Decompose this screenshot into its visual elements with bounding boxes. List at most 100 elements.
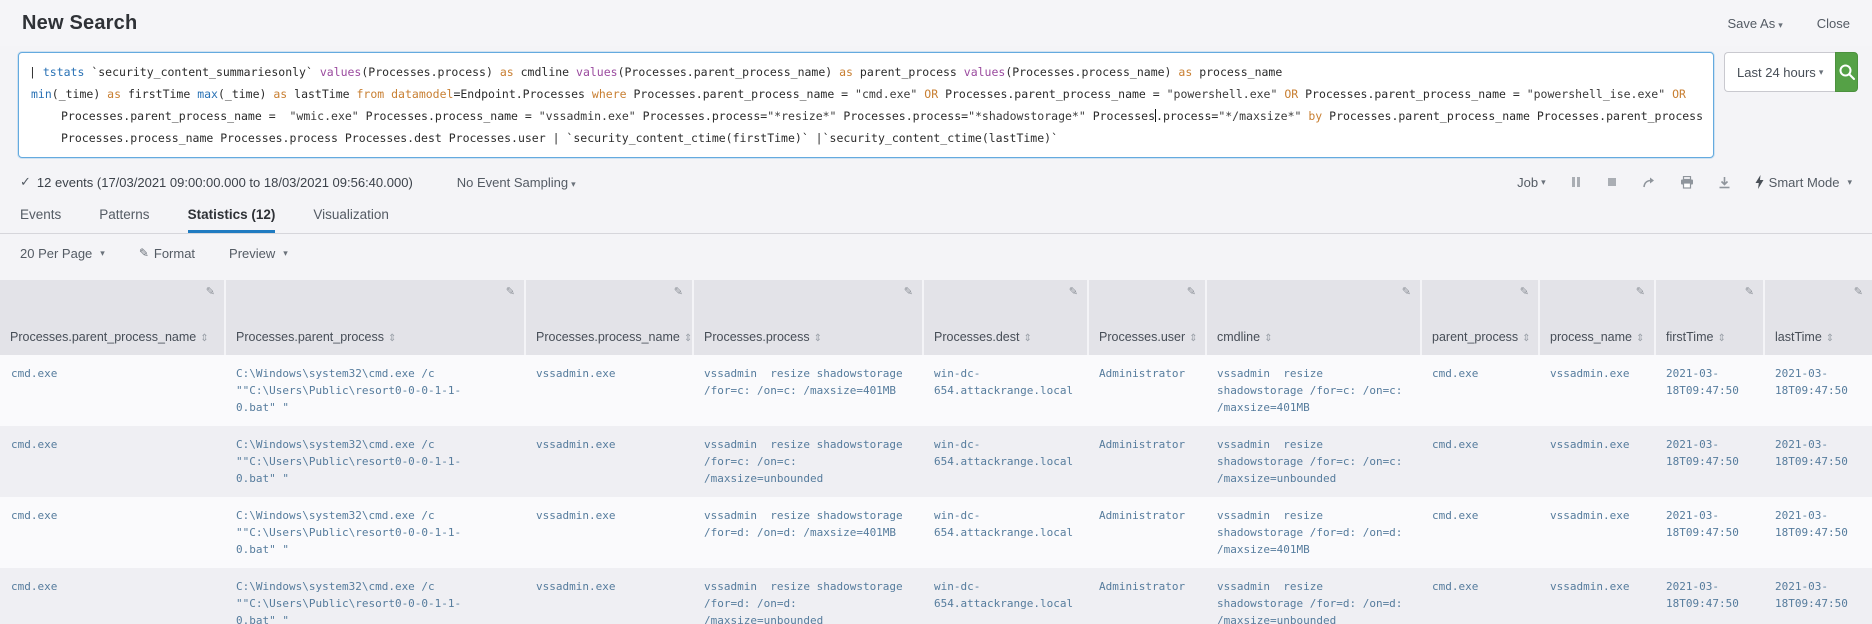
edit-column-icon[interactable]: ✎ bbox=[1636, 285, 1645, 298]
close-button[interactable]: Close bbox=[1817, 16, 1850, 31]
query-token: Processes.parent_process_name = bbox=[1298, 87, 1526, 101]
cell[interactable]: vssadmin resize shadowstorage /for=c: /o… bbox=[693, 355, 923, 426]
edit-column-icon[interactable]: ✎ bbox=[206, 285, 215, 298]
column-header[interactable]: ✎cmdline⇕ bbox=[1206, 280, 1421, 355]
cell[interactable]: 2021-03- 18T09:47:50 bbox=[1764, 497, 1872, 568]
cell[interactable]: vssadmin.exe bbox=[1539, 568, 1655, 624]
cell[interactable]: Administrator bbox=[1088, 426, 1206, 497]
column-header[interactable]: ✎firstTime⇕ bbox=[1655, 280, 1764, 355]
tab-events[interactable]: Events bbox=[20, 207, 61, 233]
edit-column-icon[interactable]: ✎ bbox=[1520, 285, 1529, 298]
sort-icon[interactable]: ⇕ bbox=[1522, 333, 1530, 344]
edit-column-icon[interactable]: ✎ bbox=[1854, 285, 1863, 298]
cell[interactable]: C:\Windows\system32\cmd.exe /c ""C:\User… bbox=[225, 355, 525, 426]
cell[interactable]: vssadmin resize shadowstorage /for=c: /o… bbox=[1206, 355, 1421, 426]
cell[interactable]: 2021-03- 18T09:47:50 bbox=[1764, 568, 1872, 624]
cell[interactable]: Administrator bbox=[1088, 355, 1206, 426]
cell[interactable]: vssadmin resize shadowstorage /for=c: /o… bbox=[693, 426, 923, 497]
cell[interactable]: 2021-03- 18T09:47:50 bbox=[1764, 355, 1872, 426]
edit-column-icon[interactable]: ✎ bbox=[1069, 285, 1078, 298]
save-as-button[interactable]: Save As▾ bbox=[1728, 16, 1783, 31]
cell[interactable]: vssadmin.exe bbox=[1539, 497, 1655, 568]
sort-icon[interactable]: ⇕ bbox=[1826, 333, 1834, 344]
cell[interactable]: vssadmin resize shadowstorage /for=d: /o… bbox=[1206, 568, 1421, 624]
tab-statistics-12[interactable]: Statistics (12) bbox=[188, 207, 276, 233]
cell[interactable]: C:\Windows\system32\cmd.exe /c ""C:\User… bbox=[225, 426, 525, 497]
cell[interactable]: cmd.exe bbox=[0, 568, 225, 624]
cell[interactable]: cmd.exe bbox=[0, 355, 225, 426]
cell[interactable]: vssadmin.exe bbox=[525, 355, 693, 426]
cell[interactable]: vssadmin.exe bbox=[525, 426, 693, 497]
cell[interactable]: 2021-03- 18T09:47:50 bbox=[1655, 355, 1764, 426]
smart-mode-dropdown[interactable]: Smart Mode▾ bbox=[1755, 175, 1852, 190]
cell[interactable]: vssadmin.exe bbox=[525, 568, 693, 624]
cell[interactable]: cmd.exe bbox=[0, 497, 225, 568]
edit-column-icon[interactable]: ✎ bbox=[1187, 285, 1196, 298]
column-header[interactable]: ✎Processes.dest⇕ bbox=[923, 280, 1088, 355]
sort-icon[interactable]: ⇕ bbox=[1189, 333, 1197, 344]
print-button[interactable] bbox=[1680, 176, 1694, 189]
export-button[interactable] bbox=[1718, 176, 1731, 189]
pause-button[interactable] bbox=[1570, 176, 1582, 188]
cell[interactable]: cmd.exe bbox=[1421, 497, 1539, 568]
column-header[interactable]: ✎Processes.user⇕ bbox=[1088, 280, 1206, 355]
tab-visualization[interactable]: Visualization bbox=[313, 207, 389, 233]
sort-icon[interactable]: ⇕ bbox=[1023, 333, 1031, 344]
cell[interactable]: Administrator bbox=[1088, 497, 1206, 568]
cell[interactable]: vssadmin.exe bbox=[1539, 426, 1655, 497]
cell[interactable]: vssadmin resize shadowstorage /for=c: /o… bbox=[1206, 426, 1421, 497]
cell[interactable]: cmd.exe bbox=[0, 426, 225, 497]
sort-icon[interactable]: ⇕ bbox=[684, 333, 692, 344]
edit-column-icon[interactable]: ✎ bbox=[674, 285, 683, 298]
job-dropdown[interactable]: Job▾ bbox=[1517, 175, 1546, 190]
column-header[interactable]: ✎parent_process⇕ bbox=[1421, 280, 1539, 355]
sort-icon[interactable]: ⇕ bbox=[388, 333, 396, 344]
column-header[interactable]: ✎Processes.parent_process⇕ bbox=[225, 280, 525, 355]
sort-icon[interactable]: ⇕ bbox=[200, 333, 208, 344]
cell[interactable]: vssadmin resize shadowstorage /for=d: /o… bbox=[693, 497, 923, 568]
edit-column-icon[interactable]: ✎ bbox=[1402, 285, 1411, 298]
cell[interactable]: Administrator bbox=[1088, 568, 1206, 624]
tab-patterns[interactable]: Patterns bbox=[99, 207, 149, 233]
sort-icon[interactable]: ⇕ bbox=[1264, 333, 1272, 344]
cell[interactable]: win-dc- 654.attackrange.local bbox=[923, 568, 1088, 624]
search-input[interactable]: | tstats `security_content_summariesonly… bbox=[18, 52, 1714, 158]
column-header[interactable]: ✎Processes.process⇕ bbox=[693, 280, 923, 355]
cell[interactable]: vssadmin resize shadowstorage /for=d: /o… bbox=[1206, 497, 1421, 568]
edit-column-icon[interactable]: ✎ bbox=[506, 285, 515, 298]
cell[interactable]: C:\Windows\system32\cmd.exe /c ""C:\User… bbox=[225, 497, 525, 568]
event-sampling-dropdown[interactable]: No Event Sampling▾ bbox=[457, 175, 576, 190]
cell[interactable]: win-dc- 654.attackrange.local bbox=[923, 426, 1088, 497]
sort-icon[interactable]: ⇕ bbox=[1636, 333, 1644, 344]
cell[interactable]: 2021-03- 18T09:47:50 bbox=[1655, 497, 1764, 568]
cell[interactable]: vssadmin resize shadowstorage /for=d: /o… bbox=[693, 568, 923, 624]
cell[interactable]: 2021-03- 18T09:47:50 bbox=[1655, 568, 1764, 624]
column-header[interactable]: ✎Processes.parent_process_name⇕ bbox=[0, 280, 225, 355]
cell[interactable]: cmd.exe bbox=[1421, 568, 1539, 624]
cell[interactable]: win-dc- 654.attackrange.local bbox=[923, 497, 1088, 568]
cell[interactable]: C:\Windows\system32\cmd.exe /c ""C:\User… bbox=[225, 568, 525, 624]
sort-icon[interactable]: ⇕ bbox=[814, 333, 822, 344]
format-button[interactable]: ✎ Format bbox=[139, 246, 195, 261]
cell[interactable]: cmd.exe bbox=[1421, 355, 1539, 426]
search-button[interactable] bbox=[1835, 52, 1858, 92]
cell[interactable]: vssadmin.exe bbox=[1539, 355, 1655, 426]
edit-column-icon[interactable]: ✎ bbox=[1745, 285, 1754, 298]
query-token: as bbox=[500, 65, 514, 79]
column-label: lastTime bbox=[1775, 330, 1822, 344]
cell[interactable]: 2021-03- 18T09:47:50 bbox=[1764, 426, 1872, 497]
sort-icon[interactable]: ⇕ bbox=[1717, 333, 1725, 344]
column-header[interactable]: ✎ lastTime ⇕ bbox=[1764, 280, 1872, 355]
cell[interactable]: win-dc- 654.attackrange.local bbox=[923, 355, 1088, 426]
cell[interactable]: cmd.exe bbox=[1421, 426, 1539, 497]
cell[interactable]: vssadmin.exe bbox=[525, 497, 693, 568]
time-range-picker[interactable]: Last 24 hours▾ bbox=[1724, 52, 1835, 92]
column-header[interactable]: ✎Processes.process_name⇕ bbox=[525, 280, 693, 355]
cell[interactable]: 2021-03- 18T09:47:50 bbox=[1655, 426, 1764, 497]
preview-dropdown[interactable]: Preview▾ bbox=[229, 246, 288, 261]
column-header[interactable]: ✎process_name⇕ bbox=[1539, 280, 1655, 355]
per-page-dropdown[interactable]: 20 Per Page▾ bbox=[20, 246, 105, 261]
stop-button[interactable] bbox=[1606, 176, 1618, 188]
edit-column-icon[interactable]: ✎ bbox=[904, 285, 913, 298]
share-button[interactable] bbox=[1642, 176, 1656, 189]
